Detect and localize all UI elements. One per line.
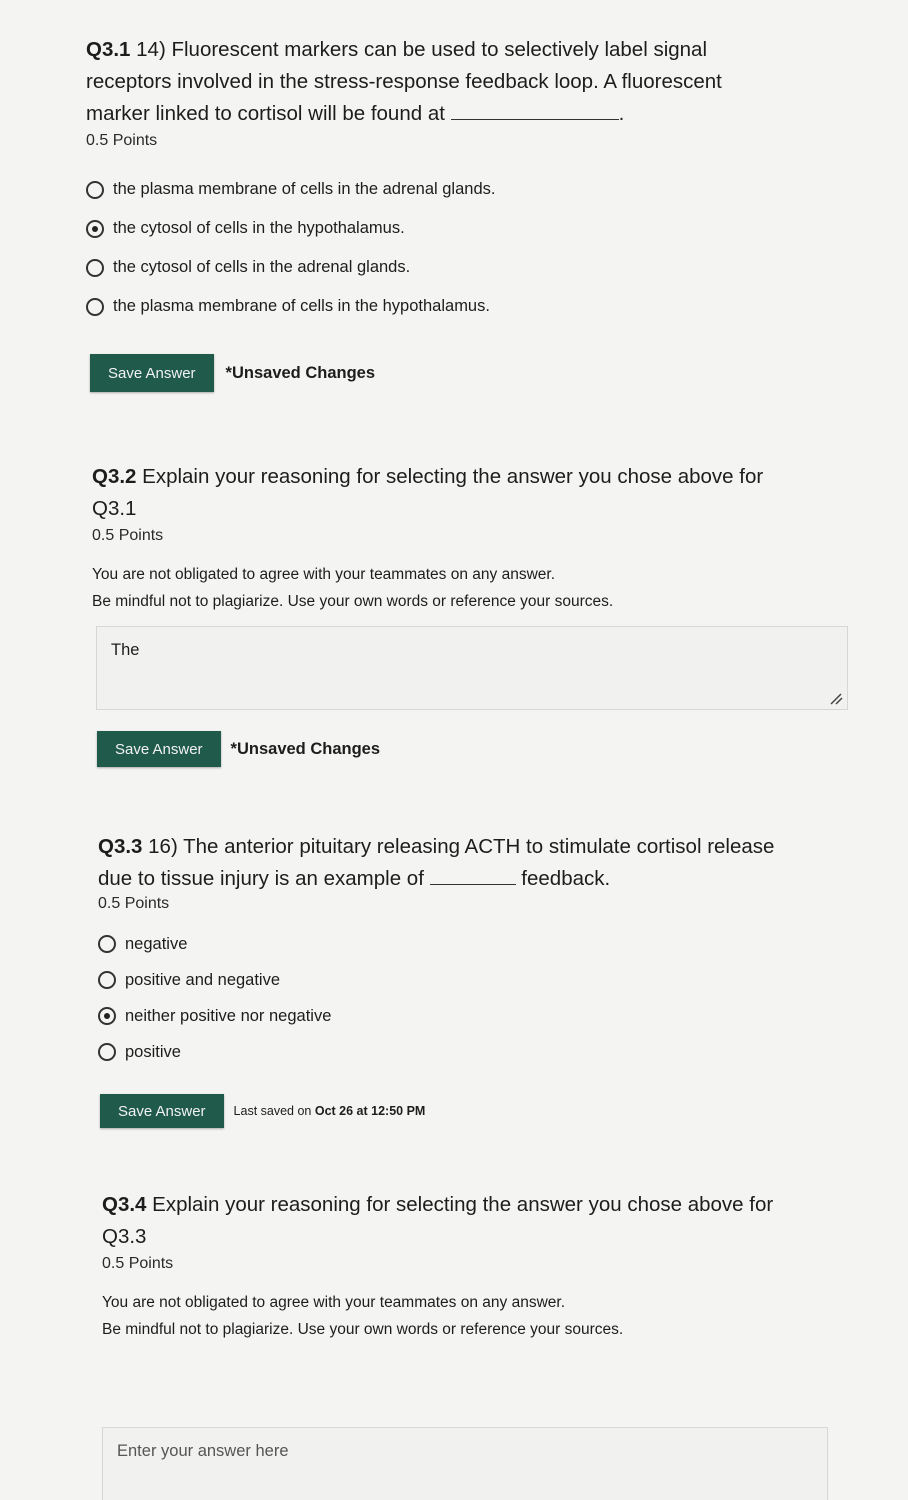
last-saved-prefix: Last saved on — [233, 1104, 312, 1118]
question-text: 14) Fluorescent markers can be used to s… — [130, 38, 708, 61]
option-label: the plasma membrane of cells in the adre… — [113, 180, 496, 198]
radio-checked-icon[interactable] — [98, 1007, 116, 1025]
radio-circle-icon[interactable] — [86, 297, 104, 316]
answer-blank — [450, 118, 619, 120]
instruction-line: You are not obligated to agree with your… — [92, 566, 555, 583]
question-text: due to tissue injury is an example of — [98, 867, 424, 890]
radio-circle-icon[interactable] — [98, 935, 116, 953]
question-text: Q3.3 — [102, 1225, 147, 1248]
radio-circle-icon[interactable] — [86, 180, 104, 199]
question-text: feedback. — [515, 867, 611, 890]
answer-blank — [429, 883, 516, 885]
answer-textarea[interactable]: The — [96, 626, 848, 710]
option-radio[interactable]: the plasma membrane of cells in the adre… — [86, 170, 866, 209]
instruction-line: You are not obligated to agree with your… — [102, 1294, 565, 1311]
question-q3-1: Q3.1 14) Fluorescent markers can be used… — [86, 34, 866, 326]
radio-circle-icon[interactable] — [98, 1043, 116, 1061]
option-radio[interactable]: neither positive nor negative — [98, 998, 878, 1034]
instructions: You are not obligated to agree with your… — [102, 1289, 882, 1343]
option-label: negative — [125, 934, 188, 953]
question-title: Q3.1 14) Fluorescent markers can be used… — [86, 34, 866, 130]
last-saved-status: Last saved on Oct 26 at 12:50 PM — [234, 1104, 426, 1118]
question-number: Q3.3 — [98, 835, 143, 858]
option-label: neither positive nor negative — [125, 1006, 332, 1025]
question-title: Q3.2 Explain your reasoning for selectin… — [92, 461, 872, 525]
save-answer-button[interactable]: Save Answer — [100, 1094, 224, 1128]
option-radio[interactable]: negative — [98, 926, 878, 962]
resize-grip-icon[interactable] — [829, 693, 843, 705]
save-row: Save Answer *Unsaved Changes — [90, 354, 375, 392]
question-text: marker linked to cortisol will be found … — [86, 102, 445, 125]
option-label: positive — [125, 1042, 181, 1061]
option-radio[interactable]: the cytosol of cells in the hypothalamus… — [86, 209, 866, 248]
question-number: Q3.1 — [86, 38, 131, 61]
points-label: 0.5 Points — [86, 132, 158, 149]
options-list: negative positive and negative neither p… — [98, 926, 878, 1070]
save-status: *Unsaved Changes — [230, 739, 381, 758]
option-label: the plasma membrane of cells in the hypo… — [113, 297, 490, 315]
save-row: Save Answer Last saved on Oct 26 at 12:5… — [100, 1094, 425, 1128]
instructions: You are not obligated to agree with your… — [92, 561, 872, 615]
save-status: *Unsaved Changes — [225, 363, 376, 382]
question-text: . — [618, 102, 625, 125]
question-text: Q3.1 — [92, 497, 137, 520]
question-title: Q3.3 16) The anterior pituitary releasin… — [98, 831, 878, 895]
question-number: Q3.2 — [92, 465, 137, 488]
question-q3-3: Q3.3 16) The anterior pituitary releasin… — [98, 831, 878, 1070]
option-radio[interactable]: positive — [98, 1034, 878, 1070]
instruction-line: Be mindful not to plagiarize. Use your o… — [102, 1321, 624, 1338]
save-answer-button[interactable]: Save Answer — [97, 731, 221, 767]
answer-placeholder: Enter your answer here — [117, 1442, 289, 1460]
option-label: positive and negative — [125, 970, 281, 989]
answer-text: The — [111, 641, 140, 659]
instruction-line: Be mindful not to plagiarize. Use your o… — [92, 593, 614, 610]
points-label: 0.5 Points — [102, 1255, 174, 1272]
last-saved-date: Oct 26 at 12:50 PM — [314, 1104, 426, 1118]
option-radio[interactable]: positive and negative — [98, 962, 878, 998]
question-text: Explain your reasoning for selecting the… — [146, 1193, 774, 1216]
question-text: 16) The anterior pituitary releasing ACT… — [142, 835, 775, 858]
question-text: Explain your reasoning for selecting the… — [136, 465, 764, 488]
question-number: Q3.4 — [102, 1193, 147, 1216]
radio-circle-icon[interactable] — [98, 971, 116, 989]
option-radio[interactable]: the plasma membrane of cells in the hypo… — [86, 287, 866, 326]
option-radio[interactable]: the cytosol of cells in the adrenal glan… — [86, 248, 866, 287]
question-q3-2: Q3.2 Explain your reasoning for selectin… — [92, 461, 872, 615]
question-q3-4: Q3.4 Explain your reasoning for selectin… — [102, 1189, 882, 1343]
radio-circle-icon[interactable] — [86, 258, 104, 277]
option-label: the cytosol of cells in the hypothalamus… — [113, 219, 405, 237]
question-title: Q3.4 Explain your reasoning for selectin… — [102, 1189, 882, 1253]
points-label: 0.5 Points — [92, 527, 164, 544]
question-text: receptors involved in the stress-respons… — [86, 70, 722, 93]
points-label: 0.5 Points — [98, 895, 170, 912]
save-answer-button[interactable]: Save Answer — [90, 354, 214, 392]
answer-textarea[interactable]: Enter your answer here — [102, 1427, 828, 1500]
radio-checked-icon[interactable] — [86, 219, 104, 238]
options-list: the plasma membrane of cells in the adre… — [86, 170, 866, 326]
save-row: Save Answer *Unsaved Changes — [97, 731, 380, 767]
option-label: the cytosol of cells in the adrenal glan… — [113, 258, 411, 276]
